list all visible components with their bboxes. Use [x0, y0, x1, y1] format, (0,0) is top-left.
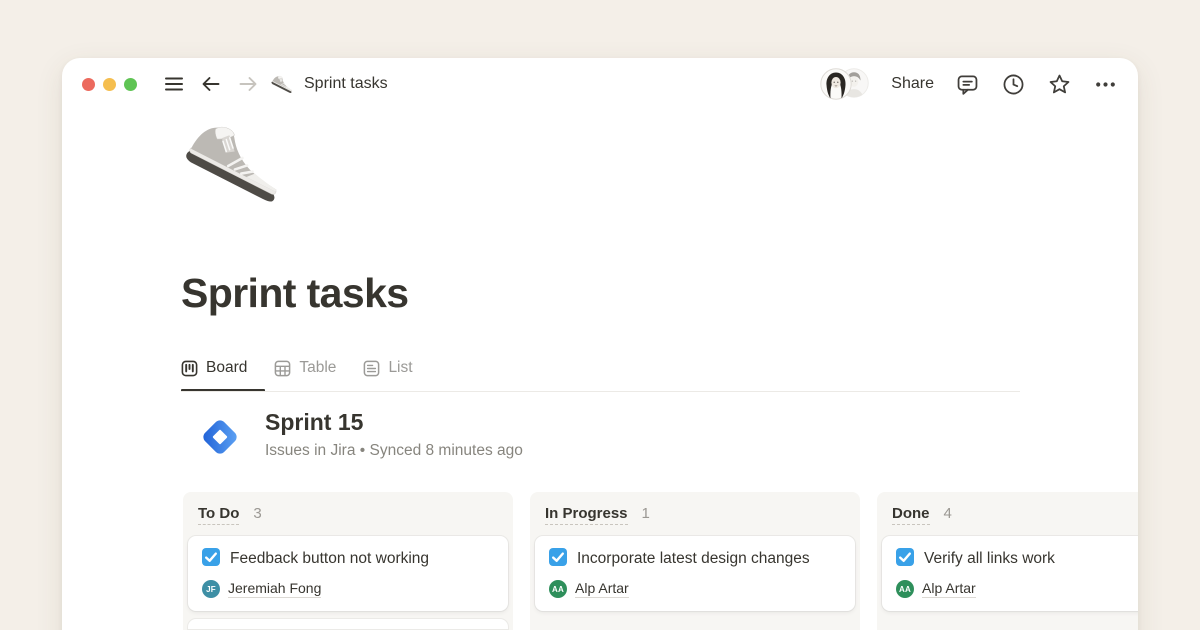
assignee-avatar: AA [896, 580, 914, 598]
assignee-avatar: JF [202, 580, 220, 598]
tab-board-label: Board [206, 359, 247, 377]
forward-arrow-icon[interactable] [237, 73, 259, 95]
board-card[interactable]: Incorporate latest design changes AA Alp… [535, 536, 855, 611]
page-sneaker-emoji-icon[interactable] [184, 120, 290, 226]
column-header-done[interactable]: Done 4 [881, 496, 1138, 534]
assignee-name: Jeremiah Fong [228, 580, 321, 598]
card-assignee[interactable]: JF Jeremiah Fong [202, 580, 494, 598]
window-controls [82, 78, 137, 91]
collaborator-avatars[interactable] [820, 68, 870, 100]
minimize-window-button[interactable] [103, 78, 116, 91]
linked-database-header: Sprint 15 Issues in Jira • Synced 8 minu… [192, 409, 523, 465]
card-title: Verify all links work [924, 550, 1055, 567]
card-assignee[interactable]: AA Alp Artar [896, 580, 1138, 598]
favorite-star-icon[interactable] [1047, 72, 1072, 97]
share-button[interactable]: Share [891, 75, 934, 93]
sidebar-menu-icon[interactable] [163, 73, 185, 95]
breadcrumb-title: Sprint tasks [304, 75, 388, 93]
column-name: In Progress [545, 505, 628, 525]
collaborator-avatar-1 [820, 68, 852, 100]
card-title: Incorporate latest design changes [577, 550, 810, 567]
view-tabs: Board Table List [181, 359, 413, 377]
database-sync-status: Issues in Jira • Synced 8 minutes ago [265, 442, 523, 460]
board-column-in-progress: In Progress 1 Incorporate latest design … [530, 492, 860, 630]
comments-icon[interactable] [955, 72, 980, 97]
sneaker-emoji-icon [271, 75, 295, 93]
tab-board[interactable]: Board [181, 359, 247, 377]
board-card[interactable]: Verify all links work AA Alp Artar [882, 536, 1138, 611]
kanban-board: To Do 3 Feedback button not working JF J… [183, 492, 1138, 630]
column-name: Done [892, 505, 930, 525]
checked-checkbox-icon[interactable] [549, 548, 567, 566]
tabs-divider [181, 391, 1020, 392]
breadcrumb[interactable]: Sprint tasks [271, 75, 388, 93]
page-title[interactable]: Sprint tasks [181, 270, 409, 317]
column-count: 3 [253, 505, 261, 522]
board-card[interactable] [188, 619, 508, 629]
board-column-done: Done 4 Verify all links work AA Alp Arta… [877, 492, 1138, 630]
zoom-window-button[interactable] [124, 78, 137, 91]
card-title: Feedback button not working [230, 550, 429, 567]
app-window: Sprint tasks [62, 58, 1138, 630]
tab-table[interactable]: Table [274, 359, 336, 377]
column-header-in-progress[interactable]: In Progress 1 [534, 496, 856, 534]
card-title-row: Incorporate latest design changes [549, 548, 811, 570]
card-assignee[interactable]: AA Alp Artar [549, 580, 841, 598]
board-column-todo: To Do 3 Feedback button not working JF J… [183, 492, 513, 630]
tab-table-label: Table [299, 359, 336, 377]
jira-logo-icon [192, 409, 248, 465]
table-icon [274, 360, 291, 377]
database-title[interactable]: Sprint 15 [265, 409, 523, 437]
card-title-row: Feedback button not working [202, 548, 464, 570]
tab-list-label: List [388, 359, 412, 377]
assignee-avatar: AA [549, 580, 567, 598]
column-count: 4 [944, 505, 952, 522]
board-card[interactable]: Feedback button not working JF Jeremiah … [188, 536, 508, 611]
list-icon [363, 360, 380, 377]
board-icon [181, 360, 198, 377]
more-ellipsis-icon[interactable] [1093, 72, 1118, 97]
card-title-row: Verify all links work [896, 548, 1138, 570]
checked-checkbox-icon[interactable] [896, 548, 914, 566]
column-count: 1 [642, 505, 650, 522]
stage-background: Sprint tasks [0, 0, 1200, 630]
assignee-name: Alp Artar [922, 580, 976, 598]
column-name: To Do [198, 505, 239, 525]
column-header-todo[interactable]: To Do 3 [187, 496, 509, 534]
checked-checkbox-icon[interactable] [202, 548, 220, 566]
back-arrow-icon[interactable] [200, 73, 222, 95]
window-topbar: Sprint tasks [62, 58, 1138, 110]
updates-clock-icon[interactable] [1001, 72, 1026, 97]
tab-list[interactable]: List [363, 359, 412, 377]
close-window-button[interactable] [82, 78, 95, 91]
assignee-name: Alp Artar [575, 580, 629, 598]
